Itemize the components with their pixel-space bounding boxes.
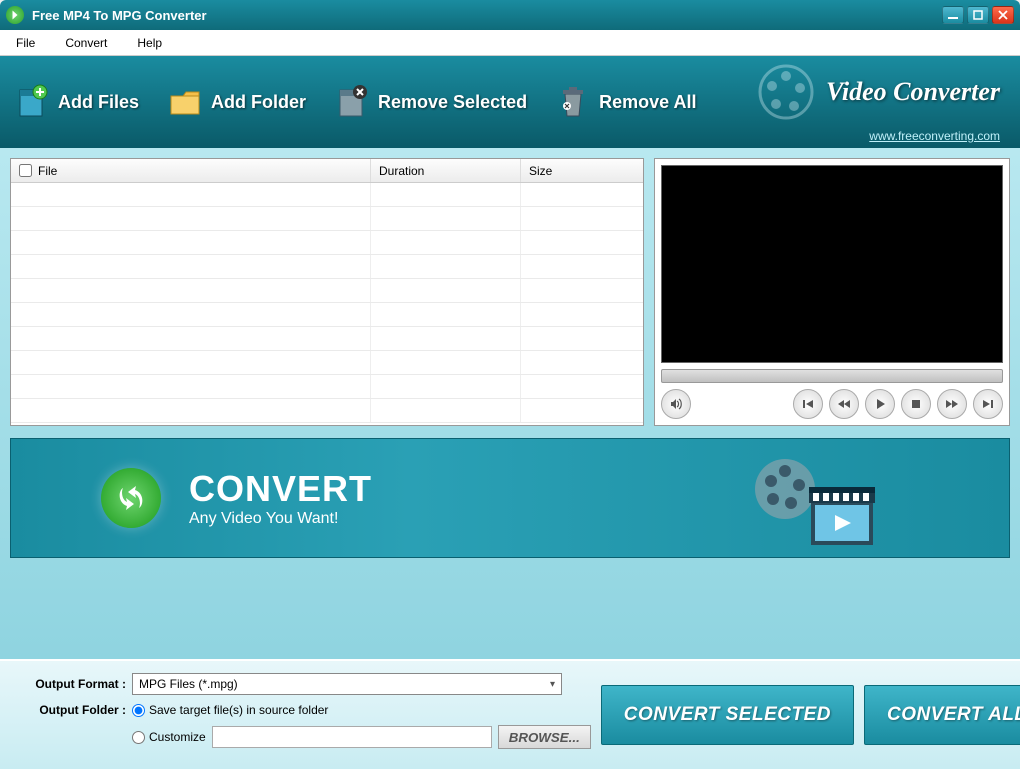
banner-title: CONVERT (189, 468, 372, 510)
add-files-label: Add Files (58, 92, 139, 113)
customize-path-input[interactable] (212, 726, 492, 748)
source-folder-radio[interactable]: Save target file(s) in source folder (132, 703, 328, 717)
convert-icon (101, 468, 161, 528)
close-button[interactable] (992, 6, 1014, 24)
table-row (11, 327, 643, 351)
prev-track-button[interactable] (793, 389, 823, 419)
remove-selected-label: Remove Selected (378, 92, 527, 113)
remove-all-button[interactable]: Remove All (555, 84, 696, 120)
banner-art (749, 449, 889, 549)
app-title: Free MP4 To MPG Converter (32, 8, 942, 23)
output-format-label: Output Format : (14, 677, 126, 691)
banner-text: CONVERT Any Video You Want! (189, 468, 372, 528)
preview-panel (654, 158, 1010, 426)
file-list-rows[interactable] (11, 183, 643, 425)
brand-link[interactable]: www.freeconverting.com (869, 129, 1000, 143)
table-row (11, 231, 643, 255)
table-row (11, 255, 643, 279)
output-settings: Output Format : MPG Files (*.mpg) Output… (14, 673, 591, 757)
next-track-button[interactable] (973, 389, 1003, 419)
column-file-label: File (38, 164, 57, 178)
column-size[interactable]: Size (521, 159, 643, 182)
customize-radio[interactable]: Customize (132, 730, 206, 744)
video-preview[interactable] (661, 165, 1003, 363)
film-reel-icon (756, 62, 816, 122)
customize-radio-label: Customize (149, 730, 206, 744)
file-list-header: File Duration Size (11, 159, 643, 183)
window-buttons (942, 6, 1014, 24)
remove-selected-icon (334, 84, 370, 120)
table-row (11, 399, 643, 423)
add-files-icon (14, 84, 50, 120)
forward-button[interactable] (937, 389, 967, 419)
table-row (11, 279, 643, 303)
table-row (11, 303, 643, 327)
play-button[interactable] (865, 389, 895, 419)
add-folder-label: Add Folder (211, 92, 306, 113)
maximize-button[interactable] (967, 6, 989, 24)
table-row (11, 351, 643, 375)
column-file[interactable]: File (11, 159, 371, 182)
progress-bar[interactable] (661, 369, 1003, 383)
brand-title: Video Converter (826, 77, 1000, 107)
convert-banner[interactable]: CONVERT Any Video You Want! (10, 438, 1010, 558)
output-folder-label: Output Folder : (14, 703, 126, 717)
source-folder-radio-label: Save target file(s) in source folder (149, 703, 328, 717)
table-row (11, 183, 643, 207)
select-all-checkbox[interactable] (19, 164, 32, 177)
player-controls (661, 389, 1003, 419)
convert-selected-button[interactable]: CONVERT SELECTED (601, 685, 854, 745)
convert-all-button[interactable]: CONVERT ALL (864, 685, 1020, 745)
table-row (11, 375, 643, 399)
menu-convert[interactable]: Convert (59, 33, 113, 53)
table-row (11, 207, 643, 231)
output-format-value: MPG Files (*.mpg) (139, 677, 238, 691)
bottom-panel: Output Format : MPG Files (*.mpg) Output… (0, 659, 1020, 769)
column-duration[interactable]: Duration (371, 159, 521, 182)
add-folder-button[interactable]: Add Folder (167, 84, 306, 120)
output-format-select[interactable]: MPG Files (*.mpg) (132, 673, 562, 695)
stop-button[interactable] (901, 389, 931, 419)
brand-area: Video Converter (756, 62, 1000, 122)
file-list: File Duration Size (10, 158, 644, 426)
menu-help[interactable]: Help (131, 33, 168, 53)
menu-file[interactable]: File (10, 33, 41, 53)
banner-subtitle: Any Video You Want! (189, 510, 372, 528)
browse-button[interactable]: BROWSE... (498, 725, 591, 749)
remove-all-label: Remove All (599, 92, 696, 113)
toolbar: Add Files Add Folder Remove Selected Rem… (0, 56, 1020, 148)
remove-all-icon (555, 84, 591, 120)
add-folder-icon (167, 84, 203, 120)
app-icon (6, 6, 24, 24)
titlebar: Free MP4 To MPG Converter (0, 0, 1020, 30)
rewind-button[interactable] (829, 389, 859, 419)
work-area: File Duration Size (0, 148, 1020, 659)
customize-radio-input[interactable] (132, 731, 145, 744)
volume-button[interactable] (661, 389, 691, 419)
add-files-button[interactable]: Add Files (14, 84, 139, 120)
remove-selected-button[interactable]: Remove Selected (334, 84, 527, 120)
menu-bar: File Convert Help (0, 30, 1020, 56)
source-folder-radio-input[interactable] (132, 704, 145, 717)
minimize-button[interactable] (942, 6, 964, 24)
